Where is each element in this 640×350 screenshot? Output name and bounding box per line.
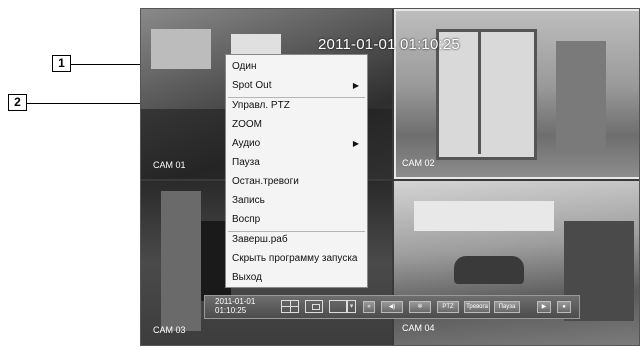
menu-item-label: ZOOM xyxy=(232,119,262,130)
toolbar-time: 01:10:25 xyxy=(215,306,247,315)
alarm-button[interactable]: Тревога xyxy=(464,301,490,313)
record-icon[interactable]: ● xyxy=(557,301,571,313)
quad-layout-icon[interactable] xyxy=(281,300,299,313)
menu-item-label: Управл. PTZ xyxy=(232,100,290,111)
menu-item-label: Заверш.раб xyxy=(232,234,288,245)
callout-2: 2 xyxy=(8,94,27,111)
pip-layout-icon[interactable] xyxy=(305,300,323,313)
menu-item-ptz-control[interactable]: Управл. PTZ xyxy=(232,97,363,115)
toolbar-datetime: 2011-01-01 01:10:25 xyxy=(215,297,255,315)
menu-item-label: Выход xyxy=(232,272,262,283)
play-icon[interactable]: ▶ xyxy=(537,301,551,313)
menu-item-label: Скрыть программу запуска xyxy=(232,253,358,264)
collapse-button[interactable]: « xyxy=(363,301,375,313)
menu-item-label: Остан.тревоги xyxy=(232,176,299,187)
scene-detail xyxy=(556,41,606,151)
single-layout-icon[interactable] xyxy=(329,300,347,313)
callout-1: 1 xyxy=(52,55,71,72)
launcher-toolbar: 2011-01-01 01:10:25 ▾ « ◀) ✲ PTZ Тревога… xyxy=(204,295,580,319)
camera-label-2: CAM 02 xyxy=(402,158,435,168)
toolbar-date: 2011-01-01 xyxy=(215,297,256,306)
menu-item-hide-launcher[interactable]: Скрыть программу запуска xyxy=(232,250,363,268)
menu-item-play[interactable]: Воспр xyxy=(232,211,363,229)
menu-item-record[interactable]: Запись xyxy=(232,192,363,210)
menu-item-single[interactable]: Один xyxy=(232,58,363,76)
scene-detail xyxy=(414,201,554,231)
menu-item-shutdown[interactable]: Заверш.раб xyxy=(232,231,363,249)
menu-item-logout[interactable]: Выход xyxy=(232,269,363,287)
scene-detail xyxy=(151,29,211,69)
camera-label-4: CAM 04 xyxy=(402,323,435,333)
camera-tile-4[interactable]: CAM 04 xyxy=(394,181,639,345)
menu-item-label: Один xyxy=(232,61,257,72)
osd-datetime: 2011-01-01 01:10:25 xyxy=(318,36,460,53)
menu-item-stop-alarm[interactable]: Остан.тревоги xyxy=(232,173,363,191)
menu-item-zoom[interactable]: ZOOM xyxy=(232,116,363,134)
submenu-arrow-icon: ▶ xyxy=(352,81,359,90)
scene-detail xyxy=(161,191,201,331)
menu-item-audio[interactable]: Аудио ▶ xyxy=(232,135,363,153)
menu-item-label: Воспр xyxy=(232,214,261,225)
menu-item-label: Запись xyxy=(232,195,265,206)
submenu-arrow-icon: ▶ xyxy=(352,139,359,148)
menu-item-label: Аудио xyxy=(232,138,261,149)
menu-item-spot-out[interactable]: Spot Out ▶ xyxy=(232,77,363,95)
pause-button[interactable]: Пауза xyxy=(494,301,520,313)
layout-dropdown-icon[interactable]: ▾ xyxy=(347,300,356,313)
menu-item-pause[interactable]: Пауза xyxy=(232,154,363,172)
gear-icon[interactable]: ✲ xyxy=(409,301,431,313)
scene-detail xyxy=(454,256,524,284)
ptz-button[interactable]: PTZ xyxy=(437,301,459,313)
camera-label-3: CAM 03 xyxy=(153,325,186,335)
menu-item-label: Пауза xyxy=(232,157,260,168)
camera-tile-2[interactable]: CAM 02 xyxy=(394,9,639,179)
menu-item-label: Spot Out xyxy=(232,80,272,91)
speaker-icon[interactable]: ◀) xyxy=(381,301,403,313)
scene-detail xyxy=(478,29,481,154)
camera-label-1: CAM 01 xyxy=(153,160,186,170)
context-menu: Один Spot Out ▶ Управл. PTZ ZOOM Аудио ▶ П… xyxy=(225,54,368,288)
